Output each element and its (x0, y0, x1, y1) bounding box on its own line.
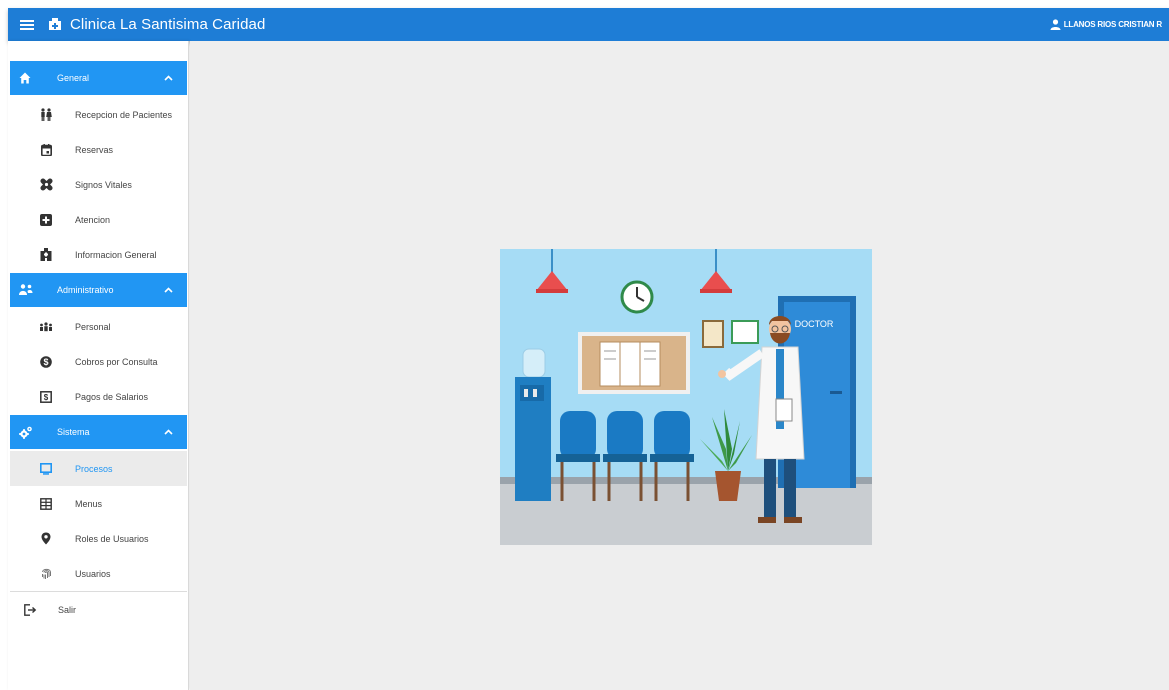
hamburger-menu-button[interactable] (12, 8, 42, 41)
sidebar-item-recepcion-de-pacientes[interactable]: Recepcion de Pacientes (10, 97, 187, 132)
section-sistema-header[interactable]: Sistema (10, 415, 187, 449)
medical-cross-icon (34, 213, 58, 226)
sidebar-item-label: Recepcion de Pacientes (75, 109, 173, 120)
monitor-icon (34, 462, 58, 475)
section-general-label: General (57, 73, 90, 83)
sidebar-item-usuarios[interactable]: Usuarios (10, 556, 187, 591)
menu-grid-icon (34, 497, 58, 510)
sidebar-item-reservas[interactable]: Reservas (10, 132, 187, 167)
sidebar-item-label: Signos Vitales (75, 179, 132, 190)
section-sistema-label: Sistema (57, 427, 90, 437)
sidebar-item-personal[interactable]: Personal (10, 309, 187, 344)
admin-icon (19, 284, 43, 296)
sidebar-item-informacion-general[interactable]: Informacion General (10, 237, 187, 272)
calendar-icon (34, 143, 58, 156)
clinic-waiting-room-illustration: DOCTOR (500, 249, 872, 545)
role-pin-icon (34, 532, 58, 545)
sidebar-item-label: Personal (75, 321, 111, 332)
home-icon (19, 72, 43, 84)
main-content: DOCTOR (190, 41, 1169, 690)
sidebar-item-label: Atencion (75, 214, 111, 225)
staff-icon (34, 321, 58, 332)
chevron-up-icon (164, 429, 173, 435)
bandage-icon (34, 178, 58, 191)
door-sign-text: DOCTOR (795, 319, 834, 329)
logout-label: Salir (58, 605, 77, 615)
section-administrativo-header[interactable]: Administrativo (10, 273, 187, 307)
sidebar-item-roles-de-usuarios[interactable]: Roles de Usuarios (10, 521, 187, 556)
svg-text:$: $ (44, 393, 49, 402)
sidebar-item-label: Usuarios (75, 568, 111, 579)
sidebar-item-procesos[interactable]: Procesos (10, 451, 187, 486)
money-icon: $ (34, 390, 58, 403)
user-account-button[interactable]: LLANOS RIOS CRISTIAN R (1050, 19, 1162, 30)
sidebar-item-cobros-por-consulta[interactable]: $ Cobros por Consulta (10, 344, 187, 379)
sidebar-item-label: Pagos de Salarios (75, 391, 149, 402)
chevron-up-icon (164, 75, 173, 81)
gears-icon (19, 426, 43, 439)
logout-icon (18, 604, 42, 616)
building-icon (34, 248, 58, 261)
section-administrativo-label: Administrativo (57, 285, 114, 295)
sidebar: General Recepcion de Pacientes Reservas (8, 41, 189, 690)
sidebar-item-atencion[interactable]: Atencion (10, 202, 187, 237)
section-general-header[interactable]: General (10, 61, 187, 95)
chevron-up-icon (164, 287, 173, 293)
coin-icon: $ (34, 355, 58, 368)
hamburger-icon (20, 19, 34, 30)
logout-button[interactable]: Salir (10, 592, 187, 628)
svg-text:$: $ (43, 357, 48, 367)
clinic-icon (48, 17, 64, 33)
sidebar-item-label: Reservas (75, 144, 114, 155)
sidebar-item-label: Menus (75, 498, 103, 509)
app-frame: Clinica La Santisima Caridad LLANOS RIOS… (0, 0, 1169, 690)
fingerprint-icon (34, 567, 58, 580)
sidebar-item-label: Roles de Usuarios (75, 533, 149, 544)
sidebar-item-menus[interactable]: Menus (10, 486, 187, 521)
sidebar-item-label: Cobros por Consulta (75, 356, 158, 367)
user-name: LLANOS RIOS CRISTIAN R (1063, 20, 1162, 29)
user-icon (1050, 19, 1061, 30)
top-app-bar: Clinica La Santisima Caridad LLANOS RIOS… (8, 8, 1169, 41)
sidebar-item-pagos-de-salarios[interactable]: $ Pagos de Salarios (10, 379, 187, 414)
app-title: Clinica La Santisima Caridad (70, 16, 266, 33)
sidebar-item-label: Informacion General (75, 249, 157, 260)
people-icon (34, 108, 58, 121)
sidebar-item-signos-vitales[interactable]: Signos Vitales (10, 167, 187, 202)
sidebar-item-label: Procesos (75, 463, 113, 474)
